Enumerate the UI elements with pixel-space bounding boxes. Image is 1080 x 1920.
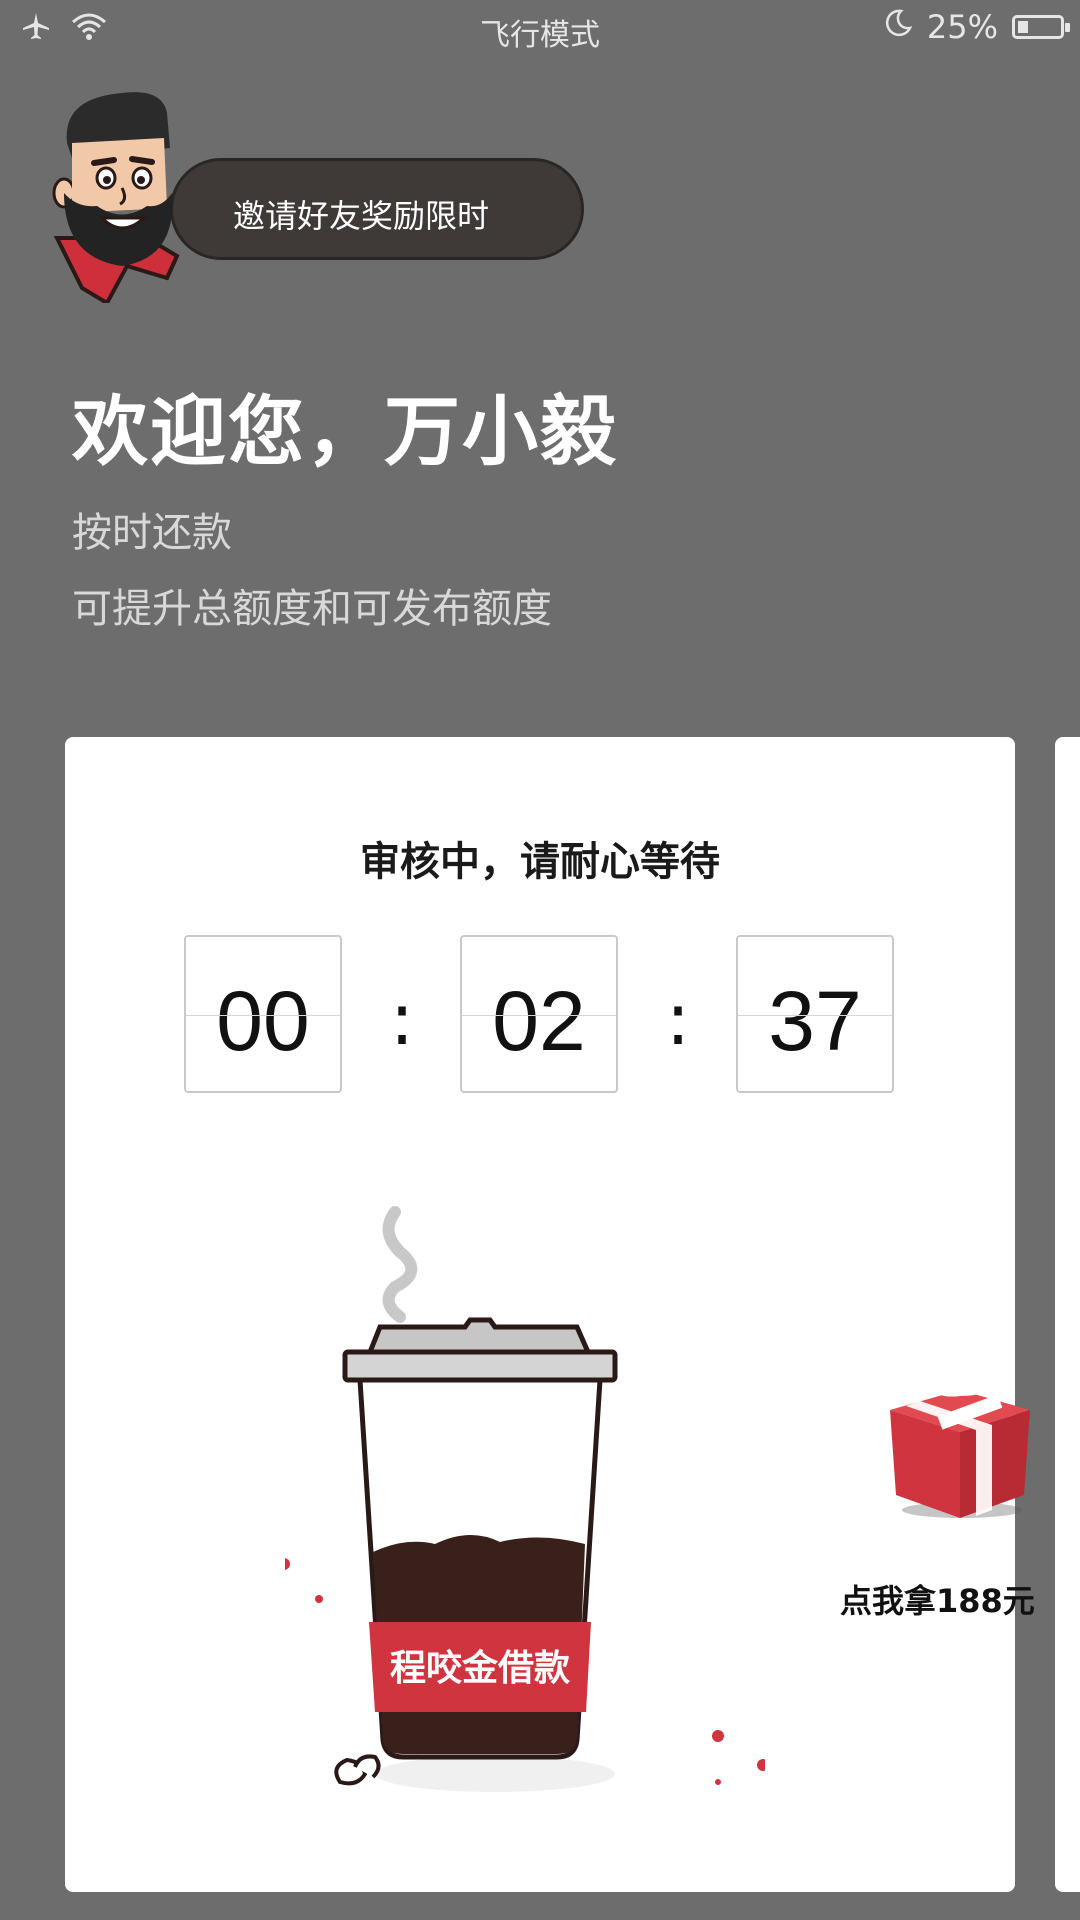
next-card-peek[interactable] (1055, 737, 1080, 1892)
timer-separator: : (389, 977, 415, 1061)
status-bar: 飞行模式 25% (0, 0, 1080, 58)
greeting-line-1: 按时还款 (72, 510, 232, 556)
review-status-title: 审核中，请耐心等待 (360, 839, 720, 885)
timer-minutes: 02 (492, 974, 586, 1068)
countdown-timer: 00 : 02 : 37 (184, 935, 898, 1095)
greeting-line-2: 可提升总额度和可发布额度 (72, 586, 552, 632)
timer-hours-box: 00 (184, 935, 342, 1093)
review-card[interactable]: 审核中，请耐心等待 00 : 02 : 37 程咬金借款 (65, 737, 1015, 1892)
battery-icon (1012, 15, 1070, 39)
gift-box-icon[interactable] (880, 1370, 1040, 1520)
status-right: 25% (883, 8, 1070, 46)
coffee-cup-illustration: 程咬金借款 (285, 1206, 765, 1792)
invite-pill[interactable]: 邀请好友奖励限时 (170, 158, 584, 260)
timer-minutes-box: 02 (460, 935, 618, 1093)
gift-label[interactable]: 点我拿188元 (840, 1576, 1060, 1622)
timer-hours: 00 (216, 974, 310, 1068)
greeting-title: 欢迎您，万小毅 (72, 387, 618, 476)
moon-icon (883, 8, 913, 46)
battery-level (1018, 21, 1028, 33)
timer-seconds-box: 37 (736, 935, 894, 1093)
battery-percent: 25% (926, 8, 998, 46)
timer-seconds: 37 (768, 974, 862, 1068)
invite-text: 邀请好友奖励限时 (233, 197, 490, 235)
invite-banner[interactable]: 邀请好友奖励限时 (52, 88, 584, 308)
timer-separator: : (665, 977, 691, 1061)
bearded-mascot-icon (52, 92, 180, 303)
cup-label: 程咬金借款 (390, 1647, 570, 1689)
app-screen: 飞行模式 25% 邀请好友奖励限时 欢迎您，万小毅 按时还款 可提升总额度和可发… (0, 0, 1080, 1920)
